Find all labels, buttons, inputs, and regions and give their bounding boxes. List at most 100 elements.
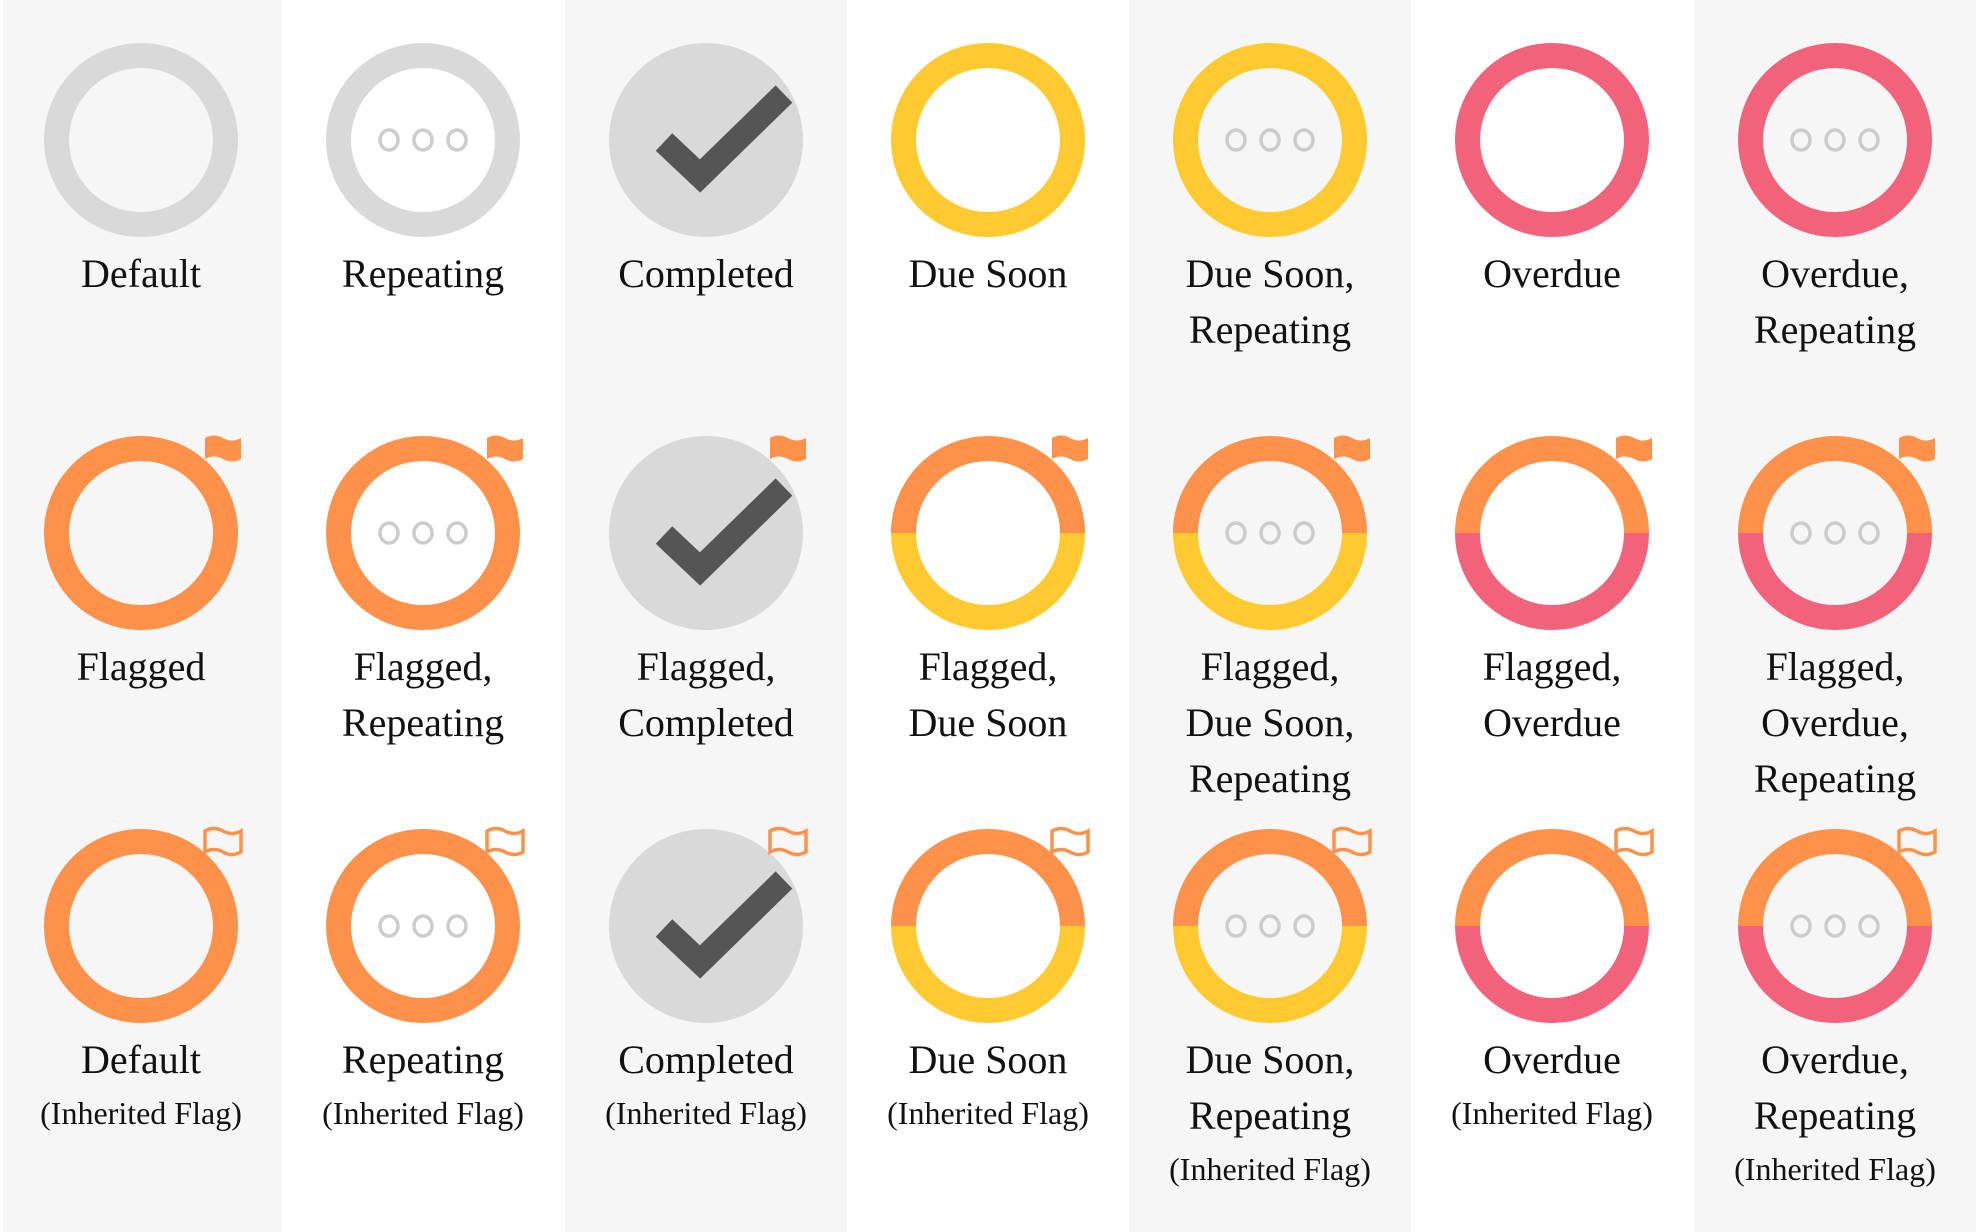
status-label-line: Default — [81, 1037, 201, 1082]
inherited-flag-icon — [1897, 826, 1937, 857]
status-icon — [609, 435, 806, 630]
ring-bottom-half — [1455, 925, 1649, 1023]
repeat-dot-icon — [1824, 914, 1846, 938]
repeat-dot-icon — [446, 128, 468, 152]
status-icon — [44, 435, 241, 630]
repeat-dot-icon — [1293, 521, 1315, 545]
status-label: Overdue — [1411, 246, 1693, 302]
status-cell: Completed — [565, 0, 847, 393]
repeat-dot-icon — [378, 914, 400, 938]
status-label-line: Repeating — [1188, 1093, 1352, 1138]
status-cell: Repeating (Inherited Flag) — [282, 786, 564, 1179]
status-label-line: Repeating — [1753, 307, 1917, 352]
ring-bottom-half — [1738, 532, 1932, 630]
status-label: Overdue (Inherited Flag) — [1411, 1032, 1693, 1138]
status-label: Completed — [565, 246, 847, 302]
status-label-line: Overdue — [1483, 700, 1621, 745]
status-label: Overdue, Repeating — [1694, 246, 1976, 358]
ring-top-half — [1738, 829, 1932, 927]
inherited-flag-note: (Inherited Flag) — [40, 1095, 242, 1131]
status-label-line: Default — [81, 251, 201, 296]
status-ring — [1738, 43, 1932, 237]
repeat-dot-icon — [1858, 521, 1880, 545]
status-icon — [326, 826, 525, 1023]
status-ring — [326, 43, 520, 237]
status-label-line: Flagged, — [353, 644, 493, 689]
status-icon — [609, 43, 803, 237]
status-label-line: Flagged — [76, 644, 206, 689]
status-label: Completed (Inherited Flag) — [565, 1032, 847, 1138]
inherited-flag-note: (Inherited Flag) — [605, 1095, 807, 1131]
status-label-line: Overdue, — [1761, 1037, 1909, 1082]
status-label: Due Soon — [847, 246, 1129, 302]
status-label-line: Overdue — [1483, 1037, 1621, 1082]
status-cell: Overdue, Repeating — [1694, 0, 1976, 393]
flag-icon — [1334, 435, 1370, 462]
flag-icon — [487, 435, 523, 462]
repeat-dot-icon — [1259, 128, 1281, 152]
ring-top-half — [1455, 829, 1649, 927]
status-icon — [891, 826, 1090, 1023]
status-label: Default (Inherited Flag) — [0, 1032, 282, 1138]
completed-circle — [609, 436, 803, 630]
status-icon — [326, 43, 520, 237]
status-cell: Completed (Inherited Flag) — [565, 786, 847, 1179]
inherited-flag-note: (Inherited Flag) — [322, 1095, 524, 1131]
ring-top-half — [1455, 436, 1649, 534]
status-label-line: Due Soon, — [1185, 1037, 1355, 1082]
status-ring — [1173, 43, 1367, 237]
status-cell: Due Soon (Inherited Flag) — [847, 786, 1129, 1179]
status-icon — [1738, 435, 1935, 630]
repeat-dot-icon — [1225, 914, 1247, 938]
status-icon — [1455, 435, 1652, 630]
status-ring — [1455, 43, 1649, 237]
inherited-flag-note: (Inherited Flag) — [1734, 1151, 1936, 1187]
ring-bottom-half — [891, 925, 1085, 1023]
status-label-line: Flagged, — [636, 644, 776, 689]
status-icon — [326, 435, 523, 630]
status-cell: Due Soon, Repeating (Inherited Flag) — [1129, 786, 1411, 1187]
status-label: Flagged, Due Soon, Repeating — [1129, 639, 1411, 807]
completed-circle — [609, 829, 803, 1023]
status-ring — [44, 43, 238, 237]
ring-bottom-half — [1173, 925, 1367, 1023]
status-label-line: Due Soon, — [1185, 700, 1355, 745]
status-cell: Flagged, Due Soon, Repeating — [1129, 393, 1411, 801]
status-icon — [1173, 43, 1367, 237]
status-label: Repeating — [282, 246, 564, 302]
status-icon — [609, 826, 808, 1023]
status-label-line: Repeating — [341, 700, 505, 745]
repeat-dot-icon — [1225, 128, 1247, 152]
repeat-dot-icon — [1858, 914, 1880, 938]
status-cell: Due Soon, Repeating — [1129, 0, 1411, 393]
status-label-line: Repeating — [341, 251, 505, 296]
status-label-line: Repeating — [1188, 307, 1352, 352]
repeat-dot-icon — [446, 914, 468, 938]
repeat-dot-icon — [1824, 521, 1846, 545]
inherited-flag-icon — [1050, 826, 1090, 857]
inherited-flag-icon — [485, 826, 525, 857]
inherited-flag-note: (Inherited Flag) — [1451, 1095, 1653, 1131]
flag-icon — [1899, 435, 1935, 462]
status-label-line: Flagged, — [1200, 644, 1340, 689]
repeat-dot-icon — [1858, 128, 1880, 152]
repeat-dot-icon — [446, 521, 468, 545]
flag-icon — [1052, 435, 1088, 462]
status-label: Due Soon (Inherited Flag) — [847, 1032, 1129, 1138]
status-cell: Flagged, Completed — [565, 393, 847, 786]
ring-bottom-half — [891, 532, 1085, 630]
repeat-dot-icon — [1790, 128, 1812, 152]
ring-top-half — [1173, 829, 1367, 927]
status-cell: Due Soon — [847, 0, 1129, 393]
status-ring — [326, 829, 520, 1023]
ring-bottom-half — [1738, 925, 1932, 1023]
status-label-line: Flagged, — [1765, 644, 1905, 689]
repeat-dot-icon — [412, 914, 434, 938]
status-ring — [44, 436, 238, 630]
status-label: Flagged, Overdue, Repeating — [1694, 639, 1976, 807]
completed-circle — [609, 43, 803, 237]
status-label-line: Due Soon — [908, 251, 1068, 296]
status-cell: Flagged, Repeating — [282, 393, 564, 786]
repeat-dot-icon — [378, 521, 400, 545]
status-icon — [1738, 826, 1937, 1023]
